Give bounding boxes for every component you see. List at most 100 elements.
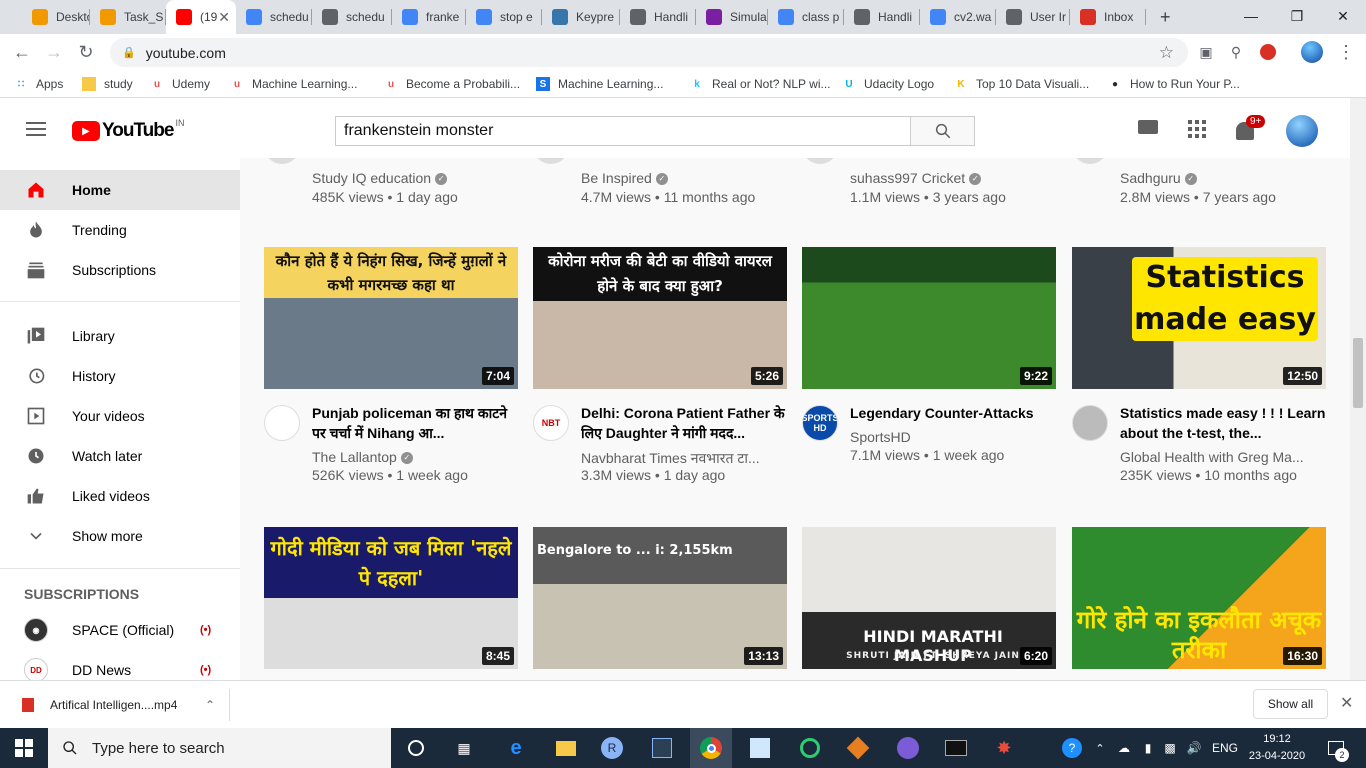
bookmark-item[interactable]: ∷ Apps — [14, 70, 64, 98]
app-icon[interactable] — [648, 734, 676, 762]
r-app-icon[interactable]: R — [598, 734, 626, 762]
terminal-icon[interactable] — [942, 734, 970, 762]
cortana-icon[interactable] — [402, 734, 430, 762]
bookmark-star-icon[interactable]: ☆ — [1159, 43, 1174, 63]
tab[interactable]: User Ir — [996, 0, 1070, 34]
app-icon[interactable] — [894, 734, 922, 762]
tab[interactable]: schedu — [236, 0, 312, 34]
show-all-button[interactable]: Show all — [1253, 689, 1328, 719]
address-bar[interactable]: 🔒 youtube.com ☆ — [110, 38, 1188, 67]
video-thumbnail[interactable]: Statistics made easy 12:50 — [1072, 247, 1326, 389]
video-thumbnail[interactable]: गोरे होने का इकलौता अचूक तरीका 16:30 — [1072, 527, 1326, 669]
volume-icon[interactable]: 🔊 — [1180, 734, 1208, 762]
video-thumbnail[interactable]: कौन होते हैं ये निहंग सिख, जिन्हें मुग़ल… — [264, 247, 518, 389]
page-scrollbar[interactable] — [1350, 98, 1366, 680]
taskbar-search-input[interactable]: Type here to search — [48, 728, 391, 768]
file-explorer-icon[interactable] — [552, 734, 580, 762]
extension-icon[interactable]: ▣ — [1192, 38, 1220, 66]
minimize-button[interactable]: — — [1228, 0, 1274, 32]
channel-name[interactable]: suhass997 Cricket ✓ — [850, 170, 982, 186]
tab[interactable]: Handli — [844, 0, 920, 34]
bookmark-item[interactable]: U Udacity Logo — [842, 70, 934, 98]
app-icon[interactable]: ✸ — [990, 734, 1018, 762]
help-icon[interactable]: ? — [1058, 734, 1086, 762]
tab[interactable]: Task_S — [90, 0, 166, 34]
bookmark-item[interactable]: u Udemy — [150, 70, 210, 98]
tab[interactable]: Inbox — [1070, 0, 1146, 34]
video-card[interactable]: Sadhguru ✓ 2.8M views • 7 years ago — [1072, 158, 1326, 218]
forward-button[interactable]: → — [40, 38, 68, 66]
sidebar-item-home[interactable]: Home — [0, 170, 240, 210]
task-view-icon[interactable]: ▦ — [450, 734, 478, 762]
bookmark-item[interactable]: u Machine Learning... — [230, 70, 357, 98]
video-card[interactable]: suhass997 Cricket ✓ 1.1M views • 3 years a… — [802, 158, 1056, 218]
tab[interactable]: cv2.wa — [920, 0, 996, 34]
tab[interactable]: class p — [768, 0, 844, 34]
video-card[interactable]: 9:22 SPORTS HD Legendary Counter-Attacks Sp… — [802, 247, 1056, 487]
close-window-button[interactable]: ✕ — [1320, 0, 1366, 32]
close-tab-icon[interactable]: ✕ — [218, 9, 230, 26]
hamburger-menu-icon[interactable] — [26, 122, 46, 136]
tab[interactable]: Handli — [620, 0, 696, 34]
sidebar-item-history[interactable]: History — [0, 356, 240, 396]
chrome-taskbar-icon[interactable] — [690, 728, 732, 768]
youtube-logo[interactable]: ▶ YouTube IN — [72, 118, 184, 142]
tab[interactable]: (19 ✕ — [166, 0, 236, 34]
clock[interactable]: 19:12 23-04-2020 — [1244, 731, 1310, 765]
channel-name[interactable]: Sadhguru ✓ — [1120, 170, 1197, 186]
bookmark-item[interactable]: study — [82, 70, 133, 98]
extension-icon[interactable]: ⚲ — [1222, 38, 1250, 66]
video-title[interactable]: Statistics made easy ! ! ! Learn about t… — [1120, 403, 1326, 443]
bookmark-item[interactable]: k Real or Not? NLP wi... — [690, 70, 830, 98]
chevron-up-icon[interactable]: ⌃ — [205, 698, 215, 712]
bookmark-item[interactable]: ● How to Run Your P... — [1108, 70, 1240, 98]
apps-grid-icon[interactable] — [1188, 120, 1206, 138]
video-card[interactable]: HINDI MARATHI MASHUP SHRUTI JAIN FT. SHRE… — [802, 527, 1056, 680]
close-download-bar-icon[interactable]: ✕ — [1340, 693, 1353, 713]
sidebar-item-space-official[interactable]: ◉ SPACE (Official) (•) — [0, 610, 240, 650]
tab[interactable]: franke — [392, 0, 466, 34]
sidebar-item-watch-later[interactable]: Watch later — [0, 436, 240, 476]
account-avatar[interactable] — [1286, 115, 1318, 147]
sidebar-item-trending[interactable]: Trending — [0, 210, 240, 250]
extension-icon[interactable] — [1254, 38, 1282, 66]
video-thumbnail[interactable]: गोदी मीडिया को जब मिला 'नहले पे दहला' 8:4… — [264, 527, 518, 669]
channel-name[interactable]: Navbharat Times नवभारत टा... — [581, 449, 760, 468]
channel-name[interactable]: Global Health with Greg Ma... — [1120, 449, 1304, 465]
video-title[interactable]: Delhi: Corona Patient Father के लिए Daug… — [581, 403, 787, 443]
sidebar-item-your-videos[interactable]: Your videos — [0, 396, 240, 436]
video-thumbnail[interactable]: Bengalore to ... i: 2,155km 13:13 — [533, 527, 787, 669]
video-card[interactable]: गोरे होने का इकलौता अचूक तरीका 16:30 — [1072, 527, 1326, 680]
video-card[interactable]: गोदी मीडिया को जब मिला 'नहले पे दहला' 8:4… — [264, 527, 518, 680]
search-input[interactable]: frankenstein monster — [335, 116, 911, 146]
channel-avatar[interactable] — [1072, 405, 1108, 441]
menu-kebab-icon[interactable]: ⋮ — [1332, 38, 1360, 66]
channel-avatar[interactable] — [1072, 158, 1108, 164]
channel-avatar[interactable] — [802, 158, 838, 164]
video-card[interactable]: कोरोना मरीज की बेटी का वीडियो वायरल होने… — [533, 247, 787, 487]
video-thumbnail[interactable]: HINDI MARATHI MASHUP SHRUTI JAIN FT. SHRE… — [802, 527, 1056, 669]
channel-name[interactable]: The Lallantop ✓ — [312, 449, 413, 465]
video-card[interactable]: Statistics made easy 12:50 Statistics made… — [1072, 247, 1326, 487]
bookmark-item[interactable]: K Top 10 Data Visuali... — [954, 70, 1089, 98]
sidebar-item-liked-videos[interactable]: Liked videos — [0, 476, 240, 516]
video-card[interactable]: Study IQ education ✓ 485K views • 1 day ag… — [264, 158, 518, 218]
app-icon[interactable] — [844, 734, 872, 762]
sidebar-item-show-more[interactable]: Show more — [0, 516, 240, 556]
channel-name[interactable]: Be Inspired ✓ — [581, 170, 668, 186]
sidebar-item-dd-news[interactable]: DD DD News (•) — [0, 650, 240, 680]
channel-avatar[interactable] — [264, 405, 300, 441]
tab[interactable]: schedu — [312, 0, 392, 34]
app-icon[interactable] — [796, 734, 824, 762]
video-thumbnail[interactable]: 9:22 — [802, 247, 1056, 389]
tab[interactable]: Simula — [696, 0, 768, 34]
tab[interactable]: stop e — [466, 0, 542, 34]
language-indicator[interactable]: ENG — [1210, 734, 1240, 762]
maximize-button[interactable]: ❐ — [1274, 0, 1320, 32]
video-card[interactable]: Bengalore to ... i: 2,155km 13:13 — [533, 527, 787, 680]
sidebar-item-subscriptions[interactable]: Subscriptions — [0, 250, 240, 290]
snipping-tool-icon[interactable] — [746, 734, 774, 762]
channel-avatar[interactable]: SPORTS HD — [802, 405, 838, 441]
tab[interactable]: Keypre — [542, 0, 620, 34]
scrollbar-thumb[interactable] — [1353, 338, 1363, 408]
